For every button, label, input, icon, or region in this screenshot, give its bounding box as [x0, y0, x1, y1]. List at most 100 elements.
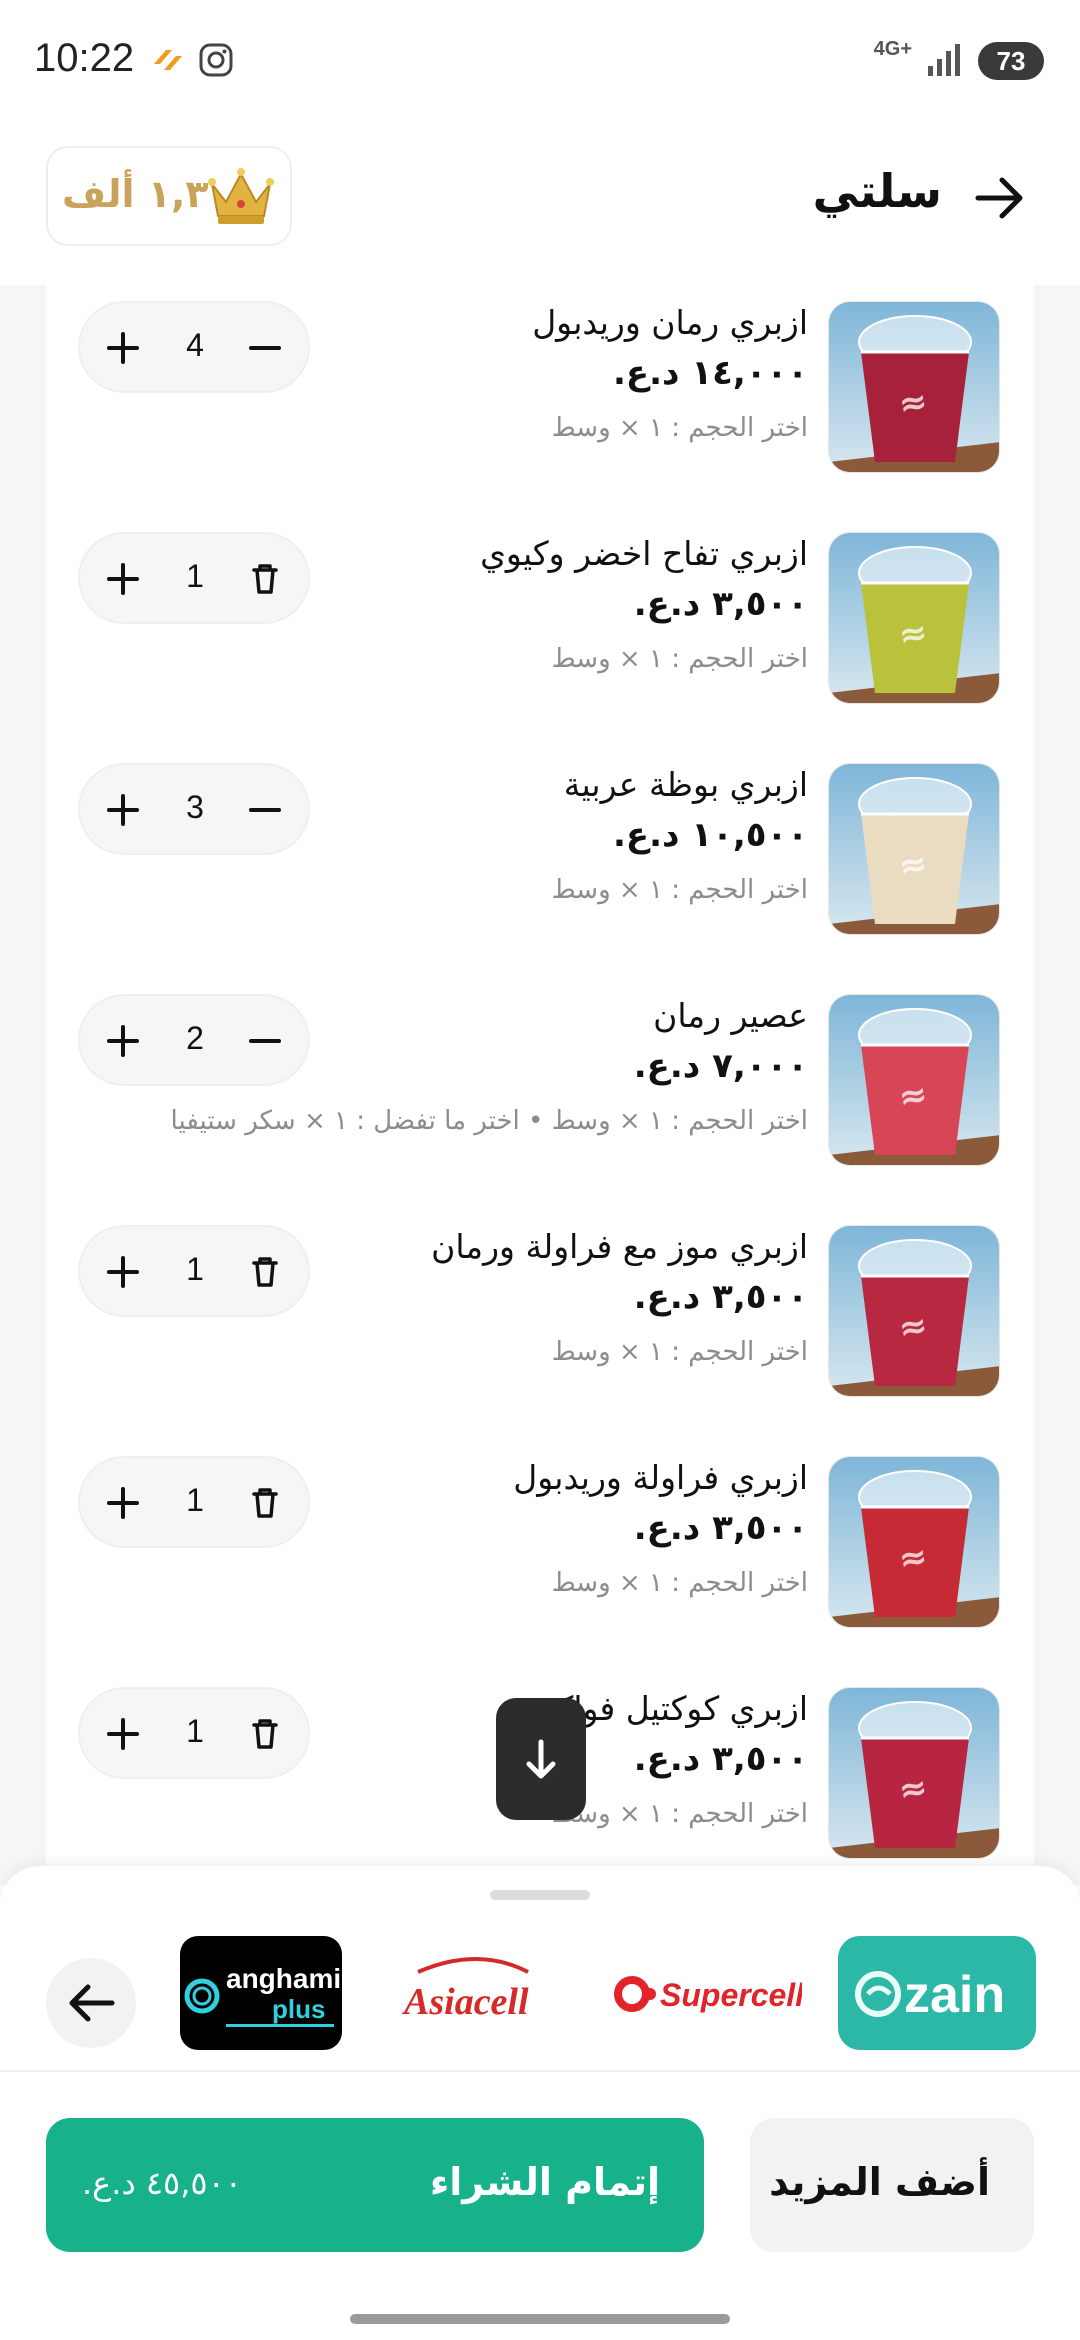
partner-name-anghami: anghami	[226, 1963, 341, 1994]
product-image[interactable]: ≈	[828, 994, 1000, 1166]
trash-icon[interactable]	[242, 1711, 288, 1757]
cart-total: ٤٥,٥٠٠ د.ع.	[82, 2164, 242, 2202]
cart-list[interactable]: ≈ ازبري رمان وريدبول ١٤,٠٠٠ د.ع. اختر الحجم…	[46, 285, 1034, 1870]
supercell-logo-icon: Supercell	[614, 1976, 805, 2013]
quantity-value: 1	[186, 558, 204, 594]
add-more-label: أضف المزيد	[769, 2160, 990, 2204]
smoothie-cup-icon: ≈	[829, 764, 999, 934]
product-image[interactable]: ≈	[828, 301, 1000, 473]
list-gutter-left	[0, 285, 46, 1885]
zain-logo-icon: zain	[855, 1966, 1005, 2024]
product-image[interactable]: ≈	[828, 1687, 1000, 1859]
quantity-value: 1	[186, 1713, 204, 1749]
product-name: ازبري تفاح اخضر وكيوي	[480, 534, 808, 573]
svg-text:Asiacell: Asiacell	[402, 1981, 529, 2023]
svg-text:plus: plus	[272, 1994, 325, 2024]
svg-text:Supercell: Supercell	[660, 1977, 802, 2013]
quantity-value: 4	[186, 327, 204, 363]
add-more-button[interactable]: أضف المزيد	[750, 2118, 1034, 2252]
minus-icon[interactable]	[242, 787, 288, 833]
product-name: ازبري فراولة وريدبول	[513, 1458, 808, 1497]
product-options: اختر الحجم : ١ × وسط • اختر ما تفضل : ١ …	[170, 1106, 808, 1136]
coins-badge[interactable]: ١,٣ ألف	[46, 146, 292, 246]
arrow-left-icon	[69, 1984, 115, 2022]
quantity-stepper[interactable]: 1	[78, 532, 310, 624]
cart-item[interactable]: ≈ عصير رمان ٧,٠٠٠ د.ع. اختر الحجم : ١ × وسط…	[46, 978, 1034, 1209]
header: سلتي ١,٣ ألف	[0, 120, 1080, 285]
smoothie-cup-icon: ≈	[829, 302, 999, 472]
anghami-plus-logo[interactable]: anghami plus	[180, 1936, 342, 2050]
battery-indicator: 73	[978, 42, 1044, 80]
quantity-stepper[interactable]: 1	[78, 1225, 310, 1317]
arrow-right-back-icon[interactable]	[972, 170, 1028, 226]
product-options: اختر الحجم : ١ × وسط	[551, 875, 808, 905]
anghami-logo-icon: anghami plus	[184, 1963, 341, 2027]
status-time: 10:22	[34, 36, 135, 80]
quantity-stepper[interactable]: 2	[78, 994, 310, 1086]
cart-item[interactable]: ≈ ازبري بوظة عربية ١٠,٥٠٠ د.ع. اختر الحجم :…	[46, 747, 1034, 978]
product-options: اختر الحجم : ١ × وسط	[551, 1799, 808, 1829]
trash-icon[interactable]	[242, 1480, 288, 1526]
supercell-logo[interactable]: Supercell	[606, 1936, 805, 2050]
svg-text:zain: zain	[904, 1966, 1005, 2024]
cart-item[interactable]: ≈ ازبري رمان وريدبول ١٤,٠٠٠ د.ع. اختر الحجم…	[46, 285, 1034, 516]
checkout-button[interactable]: إتمام الشراء ٤٥,٥٠٠ د.ع.	[46, 2118, 704, 2252]
status-bar: 10:22 4G+ 73	[0, 0, 1080, 120]
plus-icon[interactable]	[100, 787, 146, 833]
cart-item[interactable]: ≈ ازبري تفاح اخضر وكيوي ٣,٥٠٠ د.ع. اختر الح…	[46, 516, 1034, 747]
instagram-icon	[199, 43, 233, 77]
zain-logo[interactable]: zain	[838, 1936, 1036, 2050]
product-price: ٣,٥٠٠ د.ع.	[633, 1277, 808, 1317]
product-options: اختر الحجم : ١ × وسط	[551, 1337, 808, 1367]
product-options: اختر الحجم : ١ × وسط	[551, 644, 808, 674]
network-type: 4G+	[873, 38, 912, 60]
app-notification-icon	[154, 50, 182, 70]
smoothie-cup-icon: ≈	[829, 1226, 999, 1396]
smoothie-cup-icon: ≈	[829, 1457, 999, 1627]
product-price: ٣,٥٠٠ د.ع.	[633, 584, 808, 624]
bottom-sheet: anghami plus Asiacell Supercell zain إتم…	[0, 1866, 1080, 2340]
plus-icon[interactable]	[100, 1018, 146, 1064]
trash-icon[interactable]	[242, 556, 288, 602]
product-image[interactable]: ≈	[828, 1456, 1000, 1628]
product-options: اختر الحجم : ١ × وسط	[551, 1568, 808, 1598]
trash-icon[interactable]	[242, 1249, 288, 1295]
plus-icon[interactable]	[100, 556, 146, 602]
quantity-value: 1	[186, 1482, 204, 1518]
gesture-bar	[350, 2314, 730, 2324]
cart-item[interactable]: ≈ ازبري فراولة وريدبول ٣,٥٠٠ د.ع. اختر الحج…	[46, 1440, 1034, 1671]
coins-value: ١,٣ ألف	[62, 172, 209, 216]
divider	[0, 2070, 1080, 2072]
page-title: سلتي	[812, 164, 942, 218]
scroll-down-button[interactable]	[496, 1698, 586, 1820]
asiacell-logo[interactable]: Asiacell	[398, 1936, 548, 2050]
minus-icon[interactable]	[242, 325, 288, 371]
product-image[interactable]: ≈	[828, 763, 1000, 935]
quantity-value: 3	[186, 789, 204, 825]
product-price: ١٤,٠٠٠ د.ع.	[612, 353, 808, 393]
quantity-stepper[interactable]: 3	[78, 763, 310, 855]
checkout-label: إتمام الشراء	[429, 2160, 660, 2204]
plus-icon[interactable]	[100, 1480, 146, 1526]
product-price: ٣,٥٠٠ د.ع.	[633, 1739, 808, 1779]
asiacell-logo-icon: Asiacell	[402, 1957, 529, 2023]
list-gutter-right	[1034, 285, 1080, 1885]
sheet-handle[interactable]	[490, 1890, 590, 1900]
smoothie-cup-icon: ≈	[829, 995, 999, 1165]
smoothie-cup-icon: ≈	[829, 1688, 999, 1858]
plus-icon[interactable]	[100, 1249, 146, 1295]
cart-item[interactable]: ≈ ازبري موز مع فراولة ورمان ٣,٥٠٠ د.ع. اختر…	[46, 1209, 1034, 1440]
product-image[interactable]: ≈	[828, 1225, 1000, 1397]
arrow-down-icon	[526, 1739, 556, 1779]
quantity-stepper[interactable]: 4	[78, 301, 310, 393]
plus-icon[interactable]	[100, 325, 146, 371]
product-name: ازبري موز مع فراولة ورمان	[431, 1227, 808, 1266]
quantity-stepper[interactable]: 1	[78, 1687, 310, 1779]
quantity-stepper[interactable]: 1	[78, 1456, 310, 1548]
product-options: اختر الحجم : ١ × وسط	[551, 413, 808, 443]
partners-back-button[interactable]	[46, 1958, 136, 2048]
product-image[interactable]: ≈	[828, 532, 1000, 704]
plus-icon[interactable]	[100, 1711, 146, 1757]
minus-icon[interactable]	[242, 1018, 288, 1064]
product-price: ١٠,٥٠٠ د.ع.	[612, 815, 808, 855]
